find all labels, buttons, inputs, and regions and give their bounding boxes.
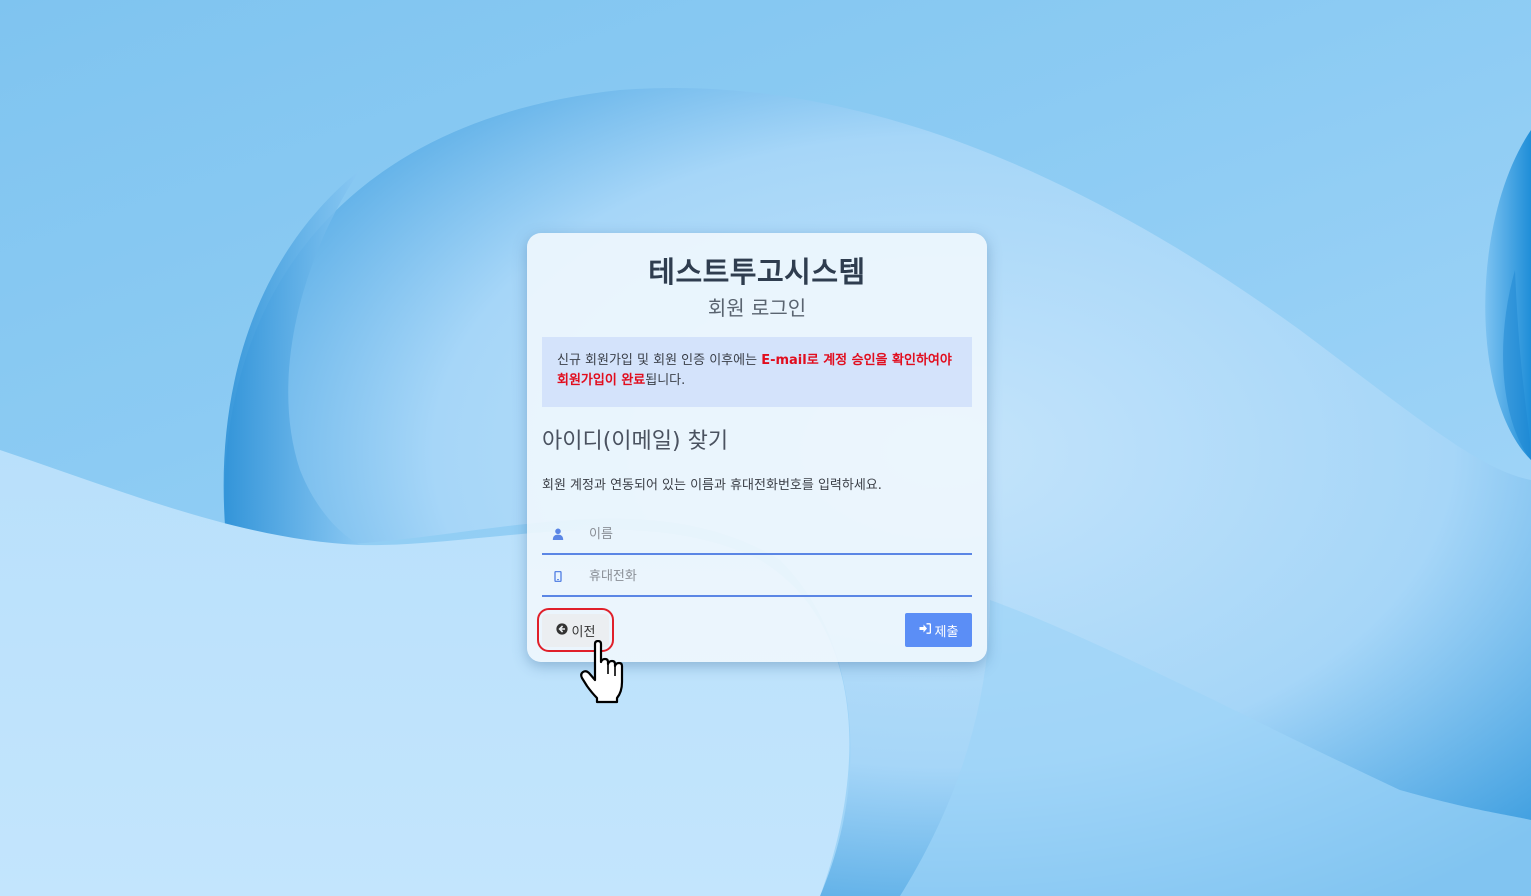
find-id-instruction: 회원 계정과 연동되어 있는 이름과 휴대전화번호를 입력하세요. [542,478,882,493]
name-input[interactable] [589,526,969,542]
login-card: 테스트투고시스템 회원 로그인 신규 회원가입 및 회원 인증 이후에는 E-m… [527,233,987,662]
prev-button[interactable]: 이전 [542,614,609,647]
submit-button-label: 제출 [934,624,959,640]
notice-text-end: 됩니다. [645,373,686,388]
sign-in-icon [919,622,931,638]
app-title: 테스트투고시스템 [648,255,866,289]
find-id-title: 아이디(이메일) 찾기 [542,429,729,454]
name-field[interactable] [542,515,972,555]
arrow-circle-left-icon [555,622,568,639]
phone-input[interactable] [589,568,969,584]
phone-field[interactable] [542,557,972,597]
notice-text: 신규 회원가입 및 회원 인증 이후에는 [557,353,762,368]
app-subtitle: 회원 로그인 [707,296,807,320]
user-icon [542,528,574,540]
signup-notice: 신규 회원가입 및 회원 인증 이후에는 E-mail로 계정 승인을 확인하여… [542,337,972,407]
submit-button[interactable]: 제출 [905,613,972,647]
prev-button-label: 이전 [571,625,596,640]
mobile-icon [542,570,574,582]
